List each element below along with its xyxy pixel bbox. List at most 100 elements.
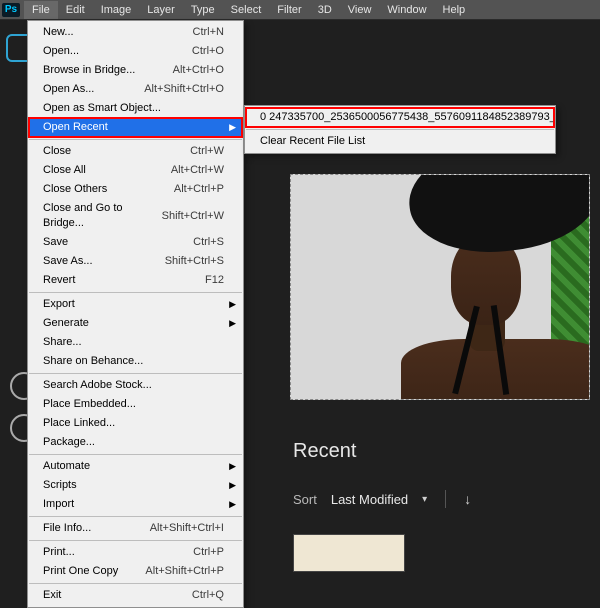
menu-item-shortcut: Ctrl+W — [190, 144, 224, 159]
menu-item-shortcut: Alt+Ctrl+P — [174, 182, 224, 197]
recent-thumbnail[interactable] — [293, 534, 405, 572]
menu-item-label: New... — [43, 25, 74, 40]
menu-item-shortcut: Alt+Shift+Ctrl+I — [150, 521, 224, 536]
file-menu-item[interactable]: File Info... Alt+Shift+Ctrl+I — [29, 516, 242, 538]
file-menu-item[interactable]: Import ▶ — [29, 495, 242, 514]
file-menu-item[interactable]: Close and Go to Bridge...Shift+Ctrl+W — [29, 199, 242, 233]
menu-item-label: Browse in Bridge... — [43, 63, 135, 78]
menu-item-label: Export — [43, 297, 75, 312]
menu-item-label: Open As... — [43, 82, 94, 97]
file-dropdown: New... Ctrl+N Open... Ctrl+O Browse in Bridg… — [27, 20, 244, 608]
menu-window[interactable]: Window — [379, 1, 434, 19]
file-menu-item[interactable]: Package... — [29, 433, 242, 452]
menu-file[interactable]: File — [24, 1, 58, 19]
menu-item-label: Close — [43, 144, 71, 159]
recent-file-0[interactable]: 0 247335700_2536500056775438_55760911848… — [246, 108, 554, 127]
submenu-arrow-icon: ▶ — [229, 316, 236, 331]
menu-item-label: Revert — [43, 273, 75, 288]
file-menu-item[interactable]: Exit Ctrl+Q — [29, 583, 242, 605]
sort-value[interactable]: Last Modified — [331, 492, 408, 507]
menu-item-label: Print... — [43, 545, 75, 560]
menu-item-shortcut: Ctrl+S — [193, 235, 224, 250]
menu-item-label: Share on Behance... — [43, 354, 143, 369]
menu-item-shortcut: F12 — [205, 273, 224, 288]
menu-item-label: File Info... — [43, 521, 91, 536]
menu-item-label: Share... — [43, 335, 82, 350]
file-menu-item[interactable]: Save Ctrl+S — [29, 233, 242, 252]
menu-3d[interactable]: 3D — [310, 1, 340, 19]
menu-item-label: Open... — [43, 44, 79, 59]
menu-item-label: Automate — [43, 459, 90, 474]
menu-item-label: Open as Smart Object... — [43, 101, 161, 116]
menu-type[interactable]: Type — [183, 1, 223, 19]
file-menu-item[interactable]: Share... — [29, 333, 242, 352]
menu-item-label: Generate — [43, 316, 89, 331]
menu-item-label: Package... — [43, 435, 95, 450]
file-menu-item[interactable]: Export ▶ — [29, 292, 242, 314]
file-menu-item[interactable]: Share on Behance... — [29, 352, 242, 371]
submenu-arrow-icon: ▶ — [229, 478, 236, 493]
file-menu-item[interactable]: Open as Smart Object... — [29, 99, 242, 118]
file-menu-item[interactable]: Place Embedded... — [29, 395, 242, 414]
file-menu-item[interactable]: Browse in Bridge... Alt+Ctrl+O — [29, 61, 242, 80]
menu-item-shortcut: Ctrl+Q — [192, 588, 224, 603]
recent-heading: Recent — [293, 440, 356, 463]
menu-item-shortcut: Shift+Ctrl+S — [165, 254, 224, 269]
menu-item-label: Import — [43, 497, 74, 512]
menu-item-label: Place Linked... — [43, 416, 115, 431]
file-menu-item[interactable]: New... Ctrl+N — [29, 23, 242, 42]
menu-item-shortcut: Ctrl+P — [193, 545, 224, 560]
open-recent-submenu: 0 247335700_2536500056775438_55760911848… — [244, 105, 556, 154]
menu-filter[interactable]: Filter — [269, 1, 309, 19]
sort-direction-icon[interactable]: ↓ — [464, 491, 471, 507]
file-menu-item[interactable]: Open Recent ▶ — [29, 118, 242, 137]
menubar: Ps File Edit Image Layer Type Select Fil… — [0, 0, 600, 20]
menu-layer[interactable]: Layer — [139, 1, 183, 19]
file-menu-item[interactable]: Automate ▶ — [29, 454, 242, 476]
menu-item-shortcut: Shift+Ctrl+W — [162, 209, 224, 224]
file-menu-item[interactable]: Print... Ctrl+P — [29, 540, 242, 562]
clear-recent-list[interactable]: Clear Recent File List — [246, 129, 554, 151]
file-menu-item[interactable]: Open... Ctrl+O — [29, 42, 242, 61]
menu-item-label: Open Recent — [43, 120, 108, 135]
menu-item-label: Search Adobe Stock... — [43, 378, 152, 393]
menu-edit[interactable]: Edit — [58, 1, 93, 19]
submenu-arrow-icon: ▶ — [229, 297, 236, 312]
menu-item-label: Close and Go to Bridge... — [43, 201, 162, 231]
file-menu-item[interactable]: Close Ctrl+W — [29, 139, 242, 161]
sort-row: Sort Last Modified ▾ ↓ — [293, 490, 471, 508]
file-menu-item[interactable]: Generate ▶ — [29, 314, 242, 333]
menu-item-shortcut: Alt+Ctrl+O — [173, 63, 224, 78]
menu-item-label: Close All — [43, 163, 86, 178]
divider — [445, 490, 446, 508]
file-menu-item[interactable]: Revert F12 — [29, 271, 242, 290]
menu-help[interactable]: Help — [435, 1, 474, 19]
chevron-down-icon[interactable]: ▾ — [422, 494, 427, 505]
file-menu-item[interactable]: Search Adobe Stock... — [29, 373, 242, 395]
file-menu-item[interactable]: Save As... Shift+Ctrl+S — [29, 252, 242, 271]
menu-item-shortcut: Alt+Shift+Ctrl+O — [144, 82, 224, 97]
menu-image[interactable]: Image — [93, 1, 140, 19]
file-menu-item[interactable]: Close Others Alt+Ctrl+P — [29, 180, 242, 199]
sort-label: Sort — [293, 492, 317, 507]
file-menu-item[interactable]: Place Linked... — [29, 414, 242, 433]
menu-item-label: Exit — [43, 588, 61, 603]
menu-view[interactable]: View — [340, 1, 380, 19]
menu-item-label: Save — [43, 235, 68, 250]
submenu-arrow-icon: ▶ — [229, 459, 236, 474]
menu-item-shortcut: Ctrl+N — [193, 25, 224, 40]
image-preview — [290, 174, 590, 400]
menu-select[interactable]: Select — [223, 1, 270, 19]
menu-item-label: Close Others — [43, 182, 107, 197]
menu-item-label: Save As... — [43, 254, 93, 269]
menu-item-shortcut: Ctrl+O — [192, 44, 224, 59]
file-menu-item[interactable]: Scripts ▶ — [29, 476, 242, 495]
submenu-arrow-icon: ▶ — [229, 120, 236, 135]
file-menu-item[interactable]: Close All Alt+Ctrl+W — [29, 161, 242, 180]
menu-item-label: Place Embedded... — [43, 397, 136, 412]
menu-item-shortcut: Alt+Ctrl+W — [171, 163, 224, 178]
app-icon: Ps — [2, 3, 20, 17]
menu-item-label: Scripts — [43, 478, 77, 493]
file-menu-item[interactable]: Open As... Alt+Shift+Ctrl+O — [29, 80, 242, 99]
submenu-arrow-icon: ▶ — [229, 497, 236, 512]
